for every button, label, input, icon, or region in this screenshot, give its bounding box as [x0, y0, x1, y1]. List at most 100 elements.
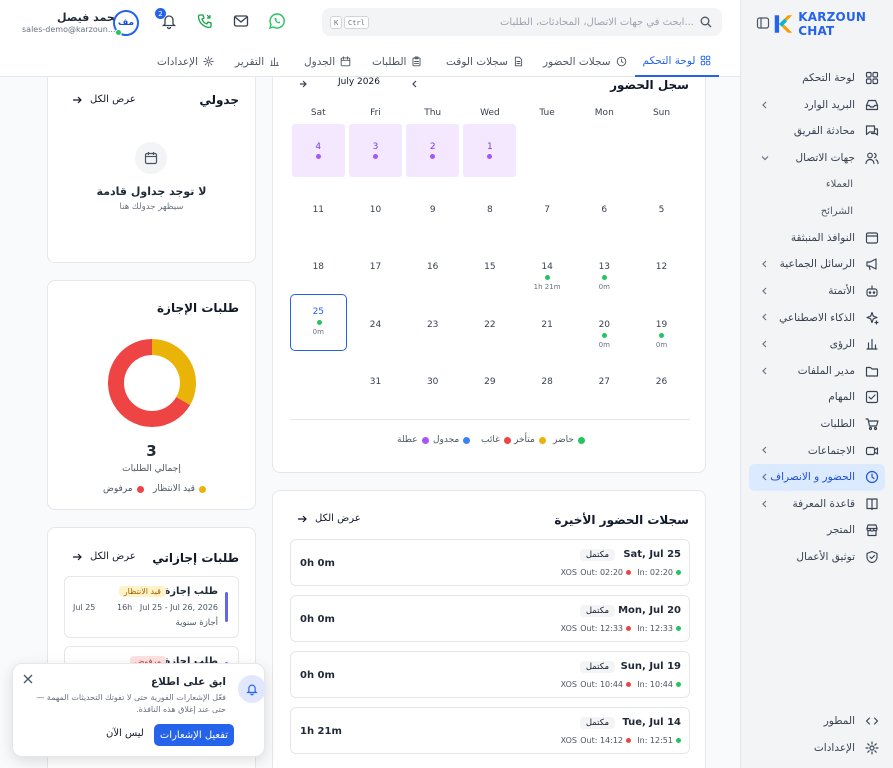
calendar-day[interactable]: 12: [633, 236, 690, 293]
sidebar-item-18[interactable]: توثيق الأعمال: [749, 544, 885, 571]
brand-logo[interactable]: KARZOUN CHAT: [773, 10, 893, 38]
calendar-day[interactable]: 28: [519, 351, 576, 408]
close-icon[interactable]: [23, 674, 33, 684]
sidebar-item-2[interactable]: محادثة الفريق: [749, 118, 885, 145]
legend-label: متأخر: [514, 435, 535, 445]
not-now-button[interactable]: ليس الآن: [106, 728, 144, 739]
tab-4[interactable]: الجدول: [304, 46, 351, 77]
chevron-left-icon[interactable]: [761, 367, 769, 375]
tab-2[interactable]: سجلات الوقت: [446, 46, 524, 77]
calendar-day[interactable]: 16: [404, 236, 461, 293]
chevron-left-icon[interactable]: [761, 446, 769, 454]
calendar-prev-icon[interactable]: [411, 80, 419, 88]
tab-label: الجدول: [304, 55, 336, 68]
tab-1[interactable]: سجلات الحضور: [543, 46, 627, 77]
calendar-day[interactable]: 20 0m: [576, 294, 633, 351]
calendar-day[interactable]: 26: [633, 351, 690, 408]
calendar-day[interactable]: 8: [461, 179, 518, 236]
calendar-day[interactable]: 11: [290, 179, 347, 236]
calendar-day[interactable]: 30: [404, 351, 461, 408]
tab-label: الطلبات: [372, 55, 407, 68]
calendar-day[interactable]: 1: [463, 124, 517, 177]
calendar-day[interactable]: 13 0m: [576, 236, 633, 293]
mail-icon[interactable]: [232, 12, 250, 30]
calendar-day[interactable]: 31: [347, 351, 404, 408]
calendar-next-icon[interactable]: [299, 80, 307, 88]
my-leaves-view-all-link[interactable]: عرض الكل: [72, 551, 136, 562]
sidebar-item-6[interactable]: النوافذ المنبثقة: [749, 225, 885, 252]
chevron-down-icon[interactable]: [761, 154, 769, 162]
table-row[interactable]: Tue, Jul 14 مكتمل In: 12:51 Out: 14:12 XOS 1h…: [290, 707, 690, 754]
users-icon: [865, 151, 879, 165]
search-input[interactable]: ابحث في جهات الاتصال، المحادثات، الطلبات…: [322, 8, 722, 36]
calendar-day[interactable]: 24: [347, 294, 404, 351]
calendar-day[interactable]: 19 0m: [633, 294, 690, 351]
calendar-day[interactable]: 17: [347, 236, 404, 293]
calendar-day[interactable]: 23: [404, 294, 461, 351]
tab-6[interactable]: الإعدادات: [157, 46, 214, 77]
sidebar-item-5[interactable]: الشرائح: [749, 198, 885, 225]
calendar-day[interactable]: 27: [576, 351, 633, 408]
chevron-left-icon[interactable]: [761, 287, 769, 295]
calendar-day[interactable]: 14 1h 21m: [519, 236, 576, 293]
table-row[interactable]: Sat, Jul 25 مكتمل In: 02:20 Out: 02:20 XOS 0h…: [290, 539, 690, 586]
sidebar-item-15[interactable]: الحضور و الانصراف: [749, 463, 885, 491]
sidebar-item-1[interactable]: البريد الوارد: [749, 92, 885, 119]
chevron-left-icon[interactable]: [761, 313, 769, 321]
sidebar-bottom-item-0[interactable]: المطور: [749, 708, 885, 735]
list-item[interactable]: طلب إجازة قيد الانتظار Jul 25 - Jul 26, 20…: [64, 576, 239, 638]
calendar-day[interactable]: 15: [461, 236, 518, 293]
sidebar-item-7[interactable]: الرسائل الجماعية: [749, 251, 885, 278]
phone-icon[interactable]: [196, 12, 214, 30]
sidebar-item-8[interactable]: الأتمتة: [749, 278, 885, 305]
day-number: 19: [655, 319, 668, 330]
chevron-left-icon[interactable]: [761, 473, 769, 481]
status-badge: مكتمل: [579, 661, 615, 673]
calendar-day[interactable]: 25 0m: [289, 293, 347, 351]
chevron-left-icon[interactable]: [761, 101, 769, 109]
sidebar: KARZOUN CHAT لوحة التحكم البريد الوارد محا…: [740, 0, 893, 768]
sidebar-bottom-item-1[interactable]: الإعدادات: [749, 735, 885, 762]
tab-3[interactable]: الطلبات: [372, 46, 422, 77]
calendar-day[interactable]: 9: [404, 179, 461, 236]
table-row[interactable]: Mon, Jul 20 مكتمل In: 12:33 Out: 12:33 XOS 0h…: [290, 595, 690, 642]
chevron-left-icon[interactable]: [761, 340, 769, 348]
schedule-view-all-link[interactable]: عرض الكل: [72, 94, 136, 105]
enable-notifications-button[interactable]: تفعيل الإشعارات: [154, 724, 234, 746]
chevron-left-icon[interactable]: [761, 260, 769, 268]
my-leaves-title: طلبات إجازاتي: [152, 551, 239, 565]
calendar-day[interactable]: 4: [291, 124, 345, 177]
tab-label: سجلات الوقت: [446, 55, 508, 68]
sidebar-item-9[interactable]: الذكاء الاصطناعي: [749, 304, 885, 331]
sidebar-item-0[interactable]: لوحة التحكم: [749, 65, 885, 92]
sidebar-item-11[interactable]: مدير الملفات: [749, 358, 885, 385]
recent-view-all-link[interactable]: عرض الكل: [297, 513, 361, 524]
day-number: 9: [429, 205, 436, 216]
calendar-day[interactable]: 18: [290, 236, 347, 293]
table-row[interactable]: Sun, Jul 19 مكتمل In: 10:44 Out: 10:44 XOS 0h…: [290, 651, 690, 698]
whatsapp-icon[interactable]: [268, 12, 286, 30]
sidebar-item-17[interactable]: المتجر: [749, 517, 885, 544]
calendar-day[interactable]: 10: [347, 179, 404, 236]
calendar-day[interactable]: 3: [349, 124, 402, 177]
calendar-day[interactable]: 5: [633, 179, 690, 236]
calendar-day[interactable]: 6: [576, 179, 633, 236]
calendar-day[interactable]: 22: [461, 294, 518, 351]
calendar-day[interactable]: 21: [519, 294, 576, 351]
sidebar-item-13[interactable]: الطلبات: [749, 411, 885, 438]
sidebar-collapse-icon[interactable]: [756, 16, 770, 30]
sidebar-item-16[interactable]: قاعدة المعرفة: [749, 491, 885, 518]
calendar-day[interactable]: 7: [519, 179, 576, 236]
calendar-day[interactable]: 29: [461, 351, 518, 408]
weekday-label: Tue: [539, 108, 555, 118]
calendar-day[interactable]: 2: [406, 124, 460, 177]
tab-5[interactable]: التقرير: [235, 46, 280, 77]
sidebar-item-3[interactable]: جهات الاتصال: [749, 145, 885, 172]
sidebar-item-14[interactable]: الاجتماعات: [749, 437, 885, 464]
sidebar-item-10[interactable]: الرؤى: [749, 331, 885, 358]
chevron-left-icon[interactable]: [761, 500, 769, 508]
tab-0[interactable]: لوحة التحكم: [635, 46, 719, 77]
sidebar-item-12[interactable]: المهام: [749, 384, 885, 411]
sidebar-item-4[interactable]: العملاء: [749, 171, 885, 198]
day-duration: 0m: [598, 340, 610, 349]
